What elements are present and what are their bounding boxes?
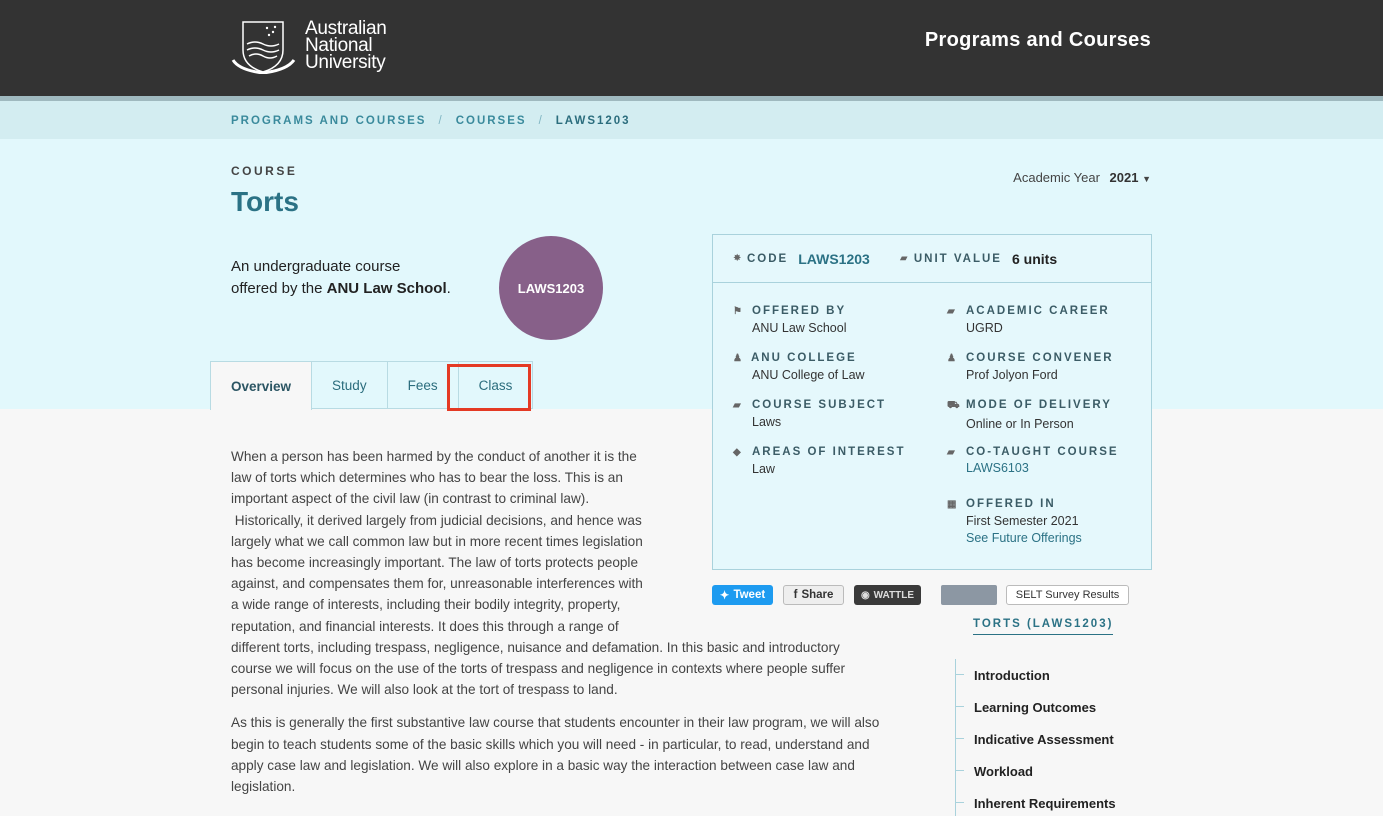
- text-line: law of torts which determines who has to…: [231, 470, 623, 486]
- toc-item-workload[interactable]: Workload: [956, 755, 1116, 787]
- panel-summary: ✸ CODE LAWS1203 ▰ UNIT VALUE 6 units: [713, 235, 1151, 283]
- tab-study[interactable]: Study: [312, 361, 388, 409]
- toc-item-inherent-requirements[interactable]: Inherent Requirements: [956, 787, 1116, 816]
- users-icon: ♟: [733, 353, 744, 364]
- field-subject: ▰ COURSE SUBJECT Laws: [733, 399, 886, 429]
- text-line: important aspect of the civil law (in co…: [231, 491, 590, 507]
- field-value: First Semester 2021: [966, 514, 1079, 528]
- book-icon: ▰: [947, 306, 957, 317]
- breadcrumb-separator: /: [538, 115, 544, 127]
- field-label: OFFERED BY: [752, 305, 847, 317]
- text-line: largely what we call common law but in m…: [231, 533, 643, 549]
- text-line: a wide range of interests, including the…: [231, 597, 621, 613]
- field-offered-in: ▦ OFFERED IN First Semester 2021 See Futu…: [947, 498, 1082, 545]
- text-line: As this is generally the first substanti…: [231, 715, 880, 731]
- breadcrumb-current[interactable]: LAWS1203: [556, 115, 631, 127]
- toc-item-introduction[interactable]: Introduction: [956, 659, 1116, 691]
- book-icon: ▰: [947, 447, 957, 458]
- tab-class[interactable]: Class: [458, 361, 534, 409]
- description-paragraph: When a person has been harmed by the con…: [231, 446, 911, 700]
- field-value: Prof Jolyon Ford: [966, 368, 1058, 382]
- field-cotaught: ▰ CO-TAUGHT COURSE LAWS6103: [947, 446, 1119, 475]
- field-label: MODE OF DELIVERY: [966, 399, 1112, 411]
- tab-overview[interactable]: Overview: [210, 361, 313, 410]
- tab-fees[interactable]: Fees: [387, 361, 459, 409]
- selt-survey-button[interactable]: SELT Survey Results: [1006, 585, 1129, 605]
- description-paragraph: As this is generally the first substanti…: [231, 712, 911, 797]
- unit-value-label: UNIT VALUE: [913, 252, 1002, 265]
- site-title[interactable]: Programs and Courses: [925, 29, 1151, 52]
- course-tabs: Overview Study Fees Class: [210, 361, 534, 410]
- course-code-badge: LAWS1203: [499, 236, 603, 340]
- intro-suffix: .: [446, 280, 451, 297]
- field-delivery: ⛟ MODE OF DELIVERY Online or In Person: [947, 399, 1112, 431]
- gear-icon: ✸: [733, 253, 742, 264]
- code-value: LAWS1203: [798, 250, 870, 267]
- field-college: ♟ ANU COLLEGE ANU College of Law: [733, 352, 865, 382]
- book-icon: ▰: [733, 400, 743, 411]
- page-title: Torts: [231, 186, 299, 217]
- field-convener: ♟ COURSE CONVENER Prof Jolyon Ford: [947, 352, 1114, 382]
- text-line: When a person has been harmed by the con…: [231, 449, 637, 464]
- intro-line-1: An undergraduate course: [231, 258, 401, 275]
- field-label: OFFERED IN: [966, 498, 1056, 510]
- logo-text: Australian National University: [305, 19, 387, 73]
- text-line: legislation.: [231, 779, 296, 795]
- breadcrumb-programs[interactable]: PROGRAMS AND COURSES: [231, 115, 426, 127]
- field-label: COURSE CONVENER: [966, 352, 1114, 364]
- text-line: reputation, and financial interests. It …: [231, 618, 619, 634]
- course-intro: An undergraduate course offered by the A…: [231, 256, 451, 300]
- course-label: COURSE: [231, 164, 298, 178]
- code-label: CODE: [747, 252, 789, 265]
- course-description: When a person has been harmed by the con…: [231, 446, 911, 797]
- field-value: Online or In Person: [966, 417, 1074, 431]
- flag-icon: ⚑: [733, 306, 744, 317]
- field-label: COURSE SUBJECT: [752, 399, 887, 411]
- user-icon: ♟: [947, 353, 958, 364]
- text-line: against, and compensates them for, unrea…: [231, 576, 643, 592]
- caret-down-icon: ▼: [1142, 174, 1151, 184]
- academic-year-value[interactable]: 2021: [1110, 170, 1139, 185]
- calendar-icon: ▦: [947, 499, 959, 510]
- text-line: apply case law and legislation. We will …: [231, 757, 855, 773]
- field-value: ANU College of Law: [752, 368, 865, 382]
- field-label: CO-TAUGHT COURSE: [966, 446, 1119, 458]
- text-line: Historically, it derived largely from ju…: [231, 512, 642, 528]
- toc-list: Introduction Learning Outcomes Indicativ…: [955, 659, 1116, 816]
- cotaught-course-link[interactable]: LAWS6103: [947, 461, 1119, 475]
- logo-line: University: [305, 52, 386, 73]
- text-line: has become increasingly important. The l…: [231, 555, 639, 571]
- future-offerings-link[interactable]: See Future Offerings: [947, 531, 1082, 545]
- field-value: ANU Law School: [752, 321, 847, 335]
- book-icon: ▰: [899, 253, 908, 264]
- academic-year-selector[interactable]: Academic Year 2021 ▼: [1013, 170, 1151, 185]
- breadcrumb: PROGRAMS AND COURSES / COURSES / LAWS120…: [0, 101, 1383, 139]
- field-label: ANU COLLEGE: [751, 352, 857, 364]
- unit-value: 6 units: [1011, 250, 1058, 267]
- text-line: course we will focus on the use of the t…: [231, 661, 846, 677]
- toc-item-indicative-assessment[interactable]: Indicative Assessment: [956, 723, 1116, 755]
- field-label: ACADEMIC CAREER: [966, 305, 1110, 317]
- toc-title[interactable]: TORTS (LAWS1203): [973, 618, 1114, 635]
- course-hero: [0, 139, 1383, 409]
- text-line: personal injuries. We will also look at …: [231, 682, 618, 698]
- breadcrumb-separator: /: [438, 115, 444, 127]
- field-academic-career: ▰ ACADEMIC CAREER UGRD: [947, 305, 1110, 335]
- toc-item-learning-outcomes[interactable]: Learning Outcomes: [956, 691, 1116, 723]
- site-header: Australian National University Programs …: [0, 0, 1383, 96]
- anu-logo[interactable]: Australian National University: [231, 19, 387, 74]
- anu-crest-icon: [231, 21, 296, 74]
- field-offered-by: ⚑ OFFERED BY ANU Law School: [733, 305, 847, 335]
- academic-year-label: Academic Year: [1013, 170, 1100, 185]
- text-line: begin to teach students some of the basi…: [231, 736, 870, 752]
- intro-line-2: offered by the: [231, 280, 327, 297]
- truck-icon: ⛟: [947, 400, 962, 411]
- text-line: different torts, including trespass, neg…: [231, 639, 840, 655]
- selt-logo-icon[interactable]: [941, 585, 997, 605]
- field-value: Laws: [752, 415, 782, 429]
- field-value: UGRD: [966, 321, 1003, 335]
- breadcrumb-courses[interactable]: COURSES: [456, 115, 527, 127]
- school-name: ANU Law School: [326, 280, 447, 297]
